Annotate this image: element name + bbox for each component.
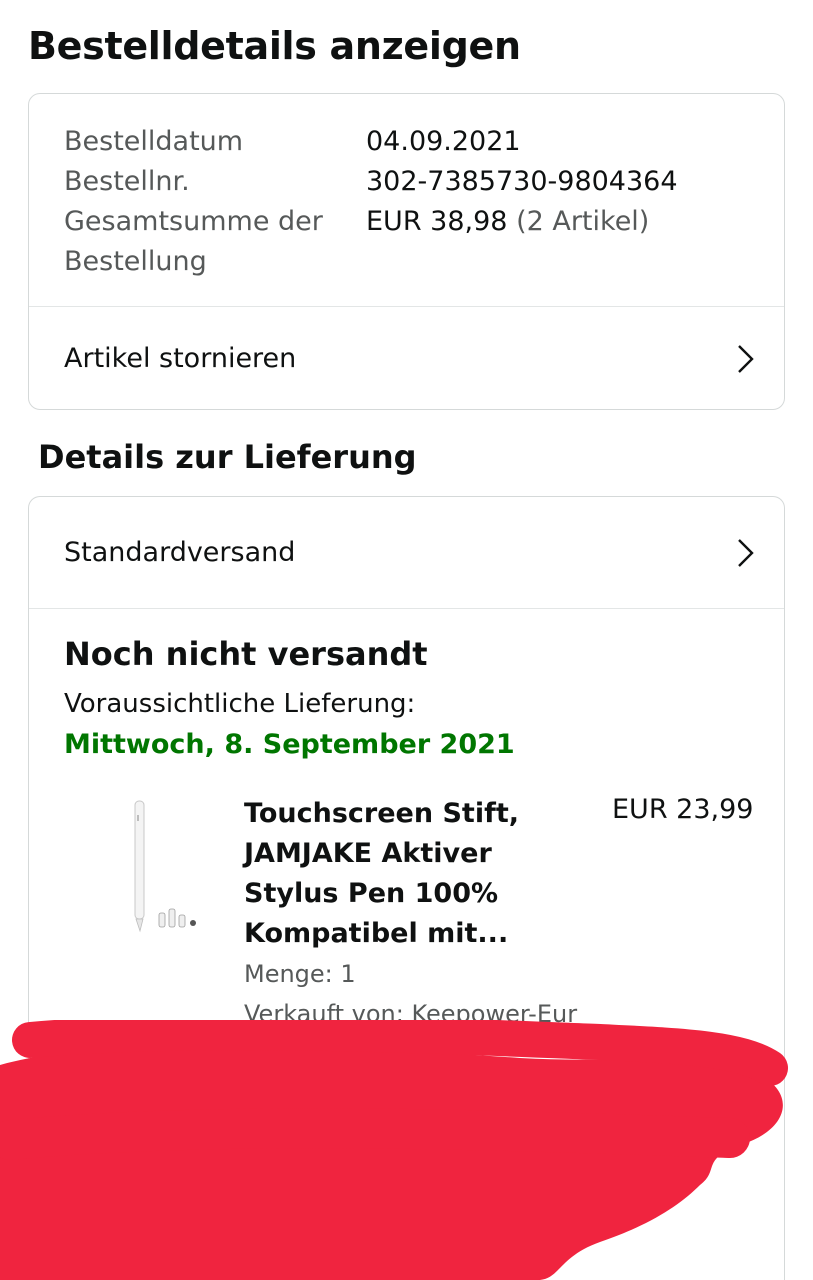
product-quantity: Menge: 1: [244, 960, 356, 988]
product-price: EUR 23,99: [612, 794, 754, 825]
chevron-right-icon: [738, 344, 754, 373]
cancel-items-label: Artikel stornieren: [64, 343, 297, 374]
order-summary-grid: Bestelldatum 04.09.2021 Bestellnr. 302-7…: [64, 122, 678, 282]
product-title-line: JAMJAKE Aktiver: [244, 838, 492, 869]
chevron-right-icon: [738, 538, 754, 567]
delivery-section-title: Details zur Lieferung: [38, 438, 417, 476]
order-date-row: Bestelldatum 04.09.2021: [64, 122, 678, 162]
order-number-label: Bestellnr.: [64, 166, 190, 197]
order-details-page: Bestelldetails anzeigen Bestelldatum 04.…: [0, 0, 813, 1280]
product-title-line: Touchscreen Stift,: [244, 798, 519, 829]
cancel-items-button[interactable]: Artikel stornieren: [29, 307, 784, 410]
product-title[interactable]: Touchscreen Stift, JAMJAKE Aktiver Stylu…: [244, 794, 534, 954]
order-total-value-wrap: EUR 38,98 (2 Artikel): [366, 202, 649, 282]
order-summary-card: Bestelldatum 04.09.2021 Bestellnr. 302-7…: [28, 93, 785, 410]
shipping-method-label: Standardversand: [64, 537, 296, 568]
product-title-line: Kompatibel mit...: [244, 918, 509, 949]
page-title: Bestelldetails anzeigen: [28, 24, 521, 68]
product-title-line: Stylus Pen 100%: [244, 878, 499, 909]
order-number-row: Bestellnr. 302-7385730-9804364: [64, 162, 678, 202]
shipping-method-button[interactable]: Standardversand: [29, 497, 784, 608]
order-total-items: (2 Artikel): [516, 206, 650, 237]
order-total-value: EUR 38,98: [366, 206, 508, 237]
shipment-status: Noch nicht versandt: [64, 635, 428, 673]
eta-label: Voraussichtliche Lieferung:: [64, 689, 416, 719]
order-total-row: Gesamtsumme der Bestellung EUR 38,98 (2 …: [64, 202, 678, 282]
order-total-label-line2: Bestellung: [64, 246, 207, 277]
order-number-value: 302-7385730-9804364: [366, 166, 678, 197]
order-date-label: Bestelldatum: [64, 126, 244, 157]
product-image[interactable]: [129, 795, 203, 940]
eta-date: Mittwoch, 8. September 2021: [64, 729, 515, 760]
order-date-value: 04.09.2021: [366, 126, 521, 157]
order-total-label-line1: Gesamtsumme der: [64, 206, 323, 237]
delivery-divider: [29, 608, 784, 609]
redaction-scribble: [0, 1020, 788, 1280]
order-total-label: Gesamtsumme der Bestellung: [64, 202, 366, 282]
